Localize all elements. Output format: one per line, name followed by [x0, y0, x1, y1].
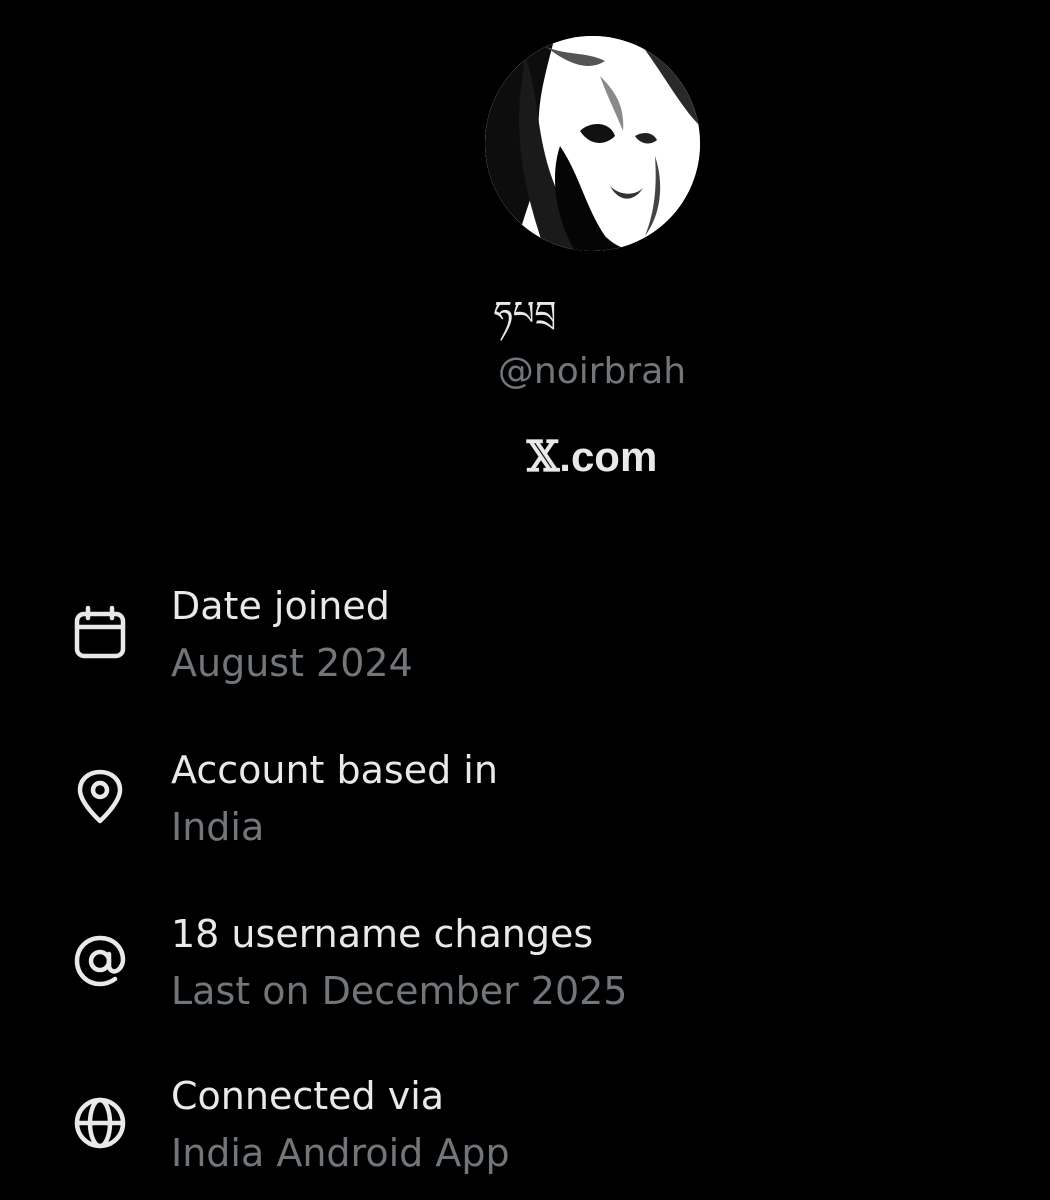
info-row-connected-via: Connected via India Android App [0, 1073, 1050, 1193]
at-sign-icon [72, 933, 128, 989]
avatar[interactable] [485, 36, 700, 251]
info-value: India [171, 805, 265, 849]
info-row-username-changes: 18 username changes Last on December 202… [0, 911, 1050, 1031]
info-value: Last on December 2025 [171, 969, 628, 1013]
location-pin-icon [72, 769, 128, 825]
info-title: 18 username changes [171, 912, 594, 956]
info-value: August 2024 [171, 641, 413, 685]
info-title: Account based in [171, 748, 498, 792]
globe-icon [72, 1095, 128, 1151]
brand-domain-suffix: .com [559, 433, 658, 480]
info-row-date-joined: Date joined August 2024 [0, 583, 1050, 703]
calendar-icon [72, 605, 128, 661]
info-title: Connected via [171, 1074, 445, 1118]
info-value: India Android App [171, 1131, 510, 1175]
x-logo-icon: 𝕏 [526, 432, 560, 481]
brand-domain: 𝕏.com [0, 432, 1050, 482]
display-name: ཧཔབྲ [493, 294, 557, 334]
username-handle: @noirbrah [497, 351, 687, 392]
info-title: Date joined [171, 584, 390, 628]
info-row-account-based-in: Account based in India [0, 747, 1050, 867]
